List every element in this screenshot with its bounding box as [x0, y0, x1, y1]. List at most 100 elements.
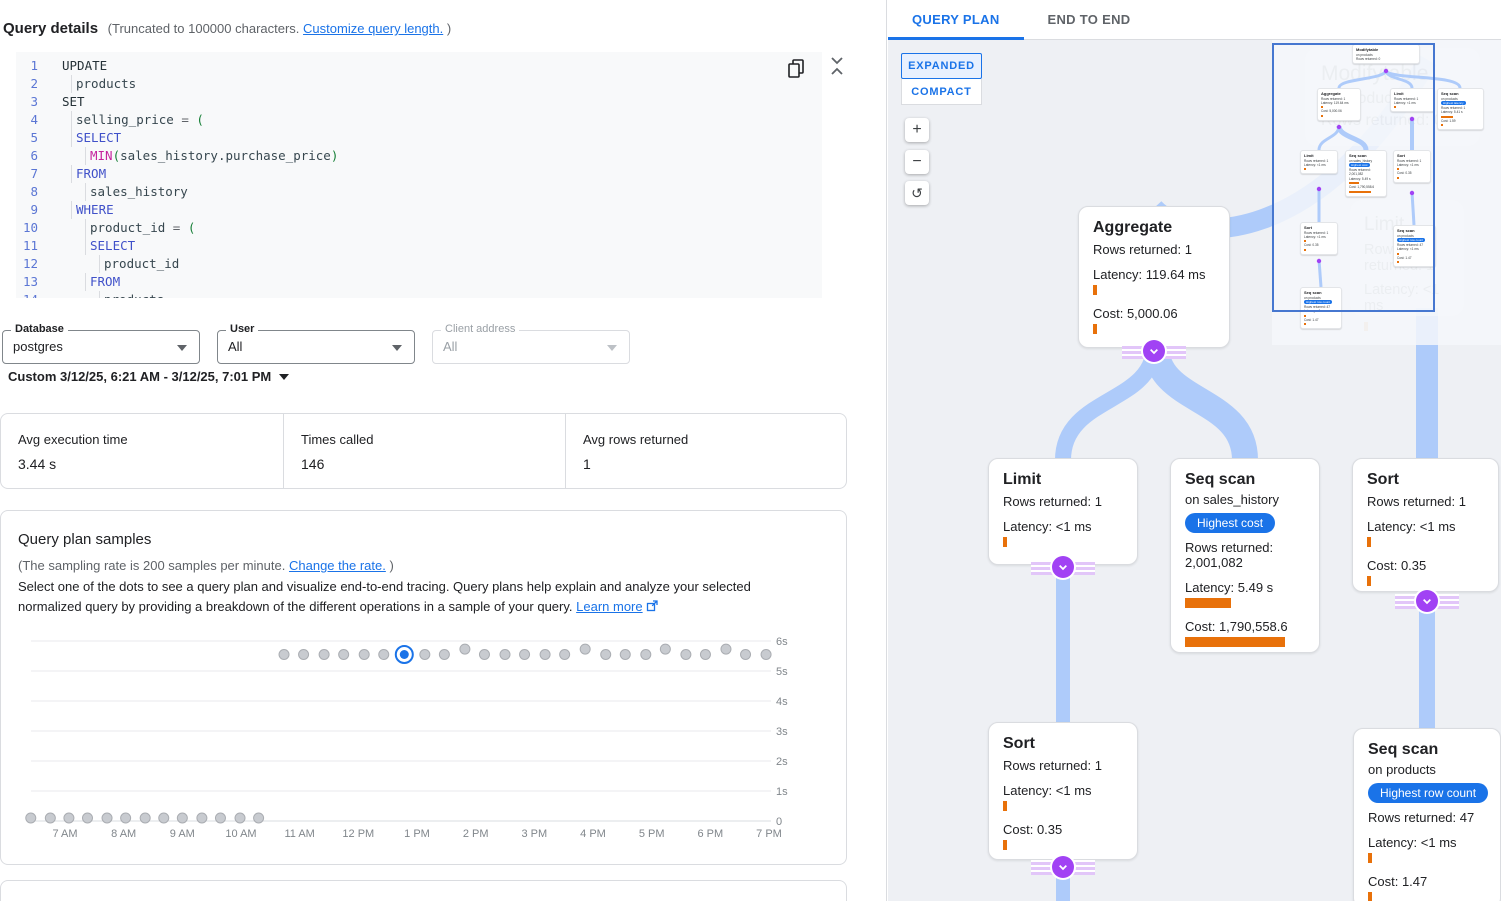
- query-sample-dot[interactable]: [279, 650, 289, 660]
- x-axis-label: 5 PM: [639, 828, 665, 840]
- chevron-down-icon: [177, 345, 187, 351]
- time-range-selector[interactable]: Custom 3/12/25, 6:21 AM - 3/12/25, 7:01 …: [8, 369, 289, 384]
- query-sample-dot[interactable]: [420, 650, 430, 660]
- database-filter-label: Database: [11, 323, 68, 335]
- code-line: 2products: [16, 75, 822, 93]
- query-sample-dot[interactable]: [159, 813, 169, 823]
- collapse-node-icon[interactable]: [1416, 590, 1438, 612]
- query-sample-dot[interactable]: [660, 644, 670, 654]
- expanded-button[interactable]: EXPANDED: [901, 53, 982, 79]
- query-sample-dot[interactable]: [601, 650, 611, 660]
- query-details-header: Query details (Truncated to 100000 chara…: [3, 20, 451, 37]
- query-sample-dot[interactable]: [379, 650, 389, 660]
- y-axis-label: 5s: [776, 666, 788, 678]
- query-sample-dot[interactable]: [681, 650, 691, 660]
- plan-tabbar: QUERY PLAN END TO END: [888, 0, 1501, 40]
- cost-bar: [1003, 840, 1007, 850]
- query-sample-dot[interactable]: [500, 650, 510, 660]
- plan-node-sort-bottom[interactable]: Sort Rows returned: 1 Latency: <1 ms Cos…: [988, 722, 1138, 860]
- query-sample-dot[interactable]: [439, 650, 449, 660]
- database-filter-value: postgres: [3, 331, 199, 363]
- node-subtitle: on products: [1368, 762, 1486, 777]
- chevron-down-icon: [279, 374, 289, 380]
- y-axis-label: 3s: [776, 726, 788, 738]
- collapse-node-icon[interactable]: [1052, 856, 1074, 878]
- query-sample-dot[interactable]: [215, 813, 225, 823]
- rate-note-text: (The sampling rate is 200 samples per mi…: [18, 558, 285, 573]
- next-section-card: [0, 880, 847, 901]
- plan-node-limit[interactable]: Limit Rows returned: 1 Latency: <1 ms: [988, 458, 1138, 565]
- copy-icon[interactable]: [783, 56, 809, 82]
- query-sample-dot[interactable]: [26, 813, 36, 823]
- sql-code-block[interactable]: 1UPDATE2products3SET4selling_price = (5S…: [16, 52, 822, 298]
- minimap-viewport[interactable]: [1272, 43, 1435, 312]
- query-sample-dot[interactable]: [64, 813, 74, 823]
- query-sample-dot[interactable]: [45, 813, 55, 823]
- learn-more-link[interactable]: Learn more: [576, 599, 642, 614]
- query-sample-dot[interactable]: [121, 813, 131, 823]
- plan-node-sort-right[interactable]: Sort Rows returned: 1 Latency: <1 ms Cos…: [1352, 458, 1499, 592]
- node-title: Seq scan: [1185, 471, 1305, 489]
- code-line: 1UPDATE: [16, 57, 822, 75]
- zoom-out-button[interactable]: −: [905, 150, 929, 174]
- y-axis-label: 4s: [776, 696, 788, 708]
- query-sample-dot[interactable]: [197, 813, 207, 823]
- samples-title: Query plan samples: [18, 531, 151, 548]
- query-sample-dot[interactable]: [560, 650, 570, 660]
- query-sample-dot[interactable]: [299, 650, 309, 660]
- query-sample-dot[interactable]: [540, 650, 550, 660]
- collapse-node-icon[interactable]: [1143, 340, 1165, 362]
- query-sample-dot[interactable]: [102, 813, 112, 823]
- query-sample-dot[interactable]: [319, 650, 329, 660]
- query-sample-dot[interactable]: [520, 650, 530, 660]
- edge-stripe-band: [1122, 344, 1186, 359]
- highest-row-count-badge: Highest row count: [1368, 783, 1488, 803]
- collapse-node-icon[interactable]: [1052, 556, 1074, 578]
- zoom-reset-button[interactable]: ↺: [905, 181, 929, 205]
- x-axis-label: 4 PM: [580, 828, 606, 840]
- x-axis-label: 8 AM: [111, 828, 136, 840]
- collapse-code-icon[interactable]: [826, 55, 848, 77]
- query-sample-dot[interactable]: [254, 813, 264, 823]
- database-filter[interactable]: Database postgres: [2, 330, 200, 364]
- edge-stripe-band: [1395, 594, 1459, 609]
- node-latency: Latency: <1 ms: [1368, 835, 1486, 850]
- query-sample-dot[interactable]: [140, 813, 150, 823]
- query-sample-dot[interactable]: [460, 644, 470, 654]
- query-sample-dot[interactable]: [177, 813, 187, 823]
- customize-query-length-link[interactable]: Customize query length.: [303, 21, 443, 36]
- code-line: 11SELECT: [16, 237, 822, 255]
- user-filter[interactable]: User All: [217, 330, 415, 364]
- plan-node-seq-scan-products[interactable]: Seq scan on products Highest row count R…: [1353, 728, 1501, 901]
- compact-button[interactable]: COMPACT: [901, 79, 982, 105]
- line-number: 14: [16, 291, 38, 298]
- query-sample-dot[interactable]: [479, 650, 489, 660]
- x-axis-label: 11 AM: [284, 828, 314, 840]
- line-number: 4: [16, 111, 38, 129]
- zoom-in-button[interactable]: +: [905, 118, 929, 142]
- query-sample-dot[interactable]: [620, 650, 630, 660]
- metrics-card: Avg execution time 3.44 s Times called 1…: [0, 413, 847, 489]
- query-sample-dot[interactable]: [235, 813, 245, 823]
- code-line: 14products: [16, 291, 822, 298]
- minimap[interactable]: Modifytableon productsRows returned: 0Ag…: [1272, 40, 1501, 345]
- plan-canvas[interactable]: Modifytable on products Rows returned: 0…: [888, 40, 1501, 901]
- query-sample-dot[interactable]: [82, 813, 92, 823]
- plan-node-seq-scan-sales-history[interactable]: Seq scan on sales_history Highest cost R…: [1170, 458, 1320, 653]
- node-latency: Latency: 119.64 ms: [1093, 267, 1215, 282]
- plan-node-aggregate[interactable]: Aggregate Rows returned: 1 Latency: 119.…: [1078, 206, 1230, 348]
- query-sample-dot[interactable]: [741, 650, 751, 660]
- tab-query-plan[interactable]: QUERY PLAN: [888, 0, 1024, 40]
- tab-end-to-end[interactable]: END TO END: [1024, 0, 1155, 40]
- change-rate-link[interactable]: Change the rate.: [289, 558, 386, 573]
- query-sample-dot[interactable]: [761, 650, 771, 660]
- panel-divider: [886, 0, 887, 901]
- query-sample-dot[interactable]: [700, 650, 710, 660]
- query-sample-dot[interactable]: [359, 650, 369, 660]
- query-sample-dot[interactable]: [580, 644, 590, 654]
- query-sample-dot[interactable]: [641, 650, 651, 660]
- query-sample-dot[interactable]: [721, 644, 731, 654]
- query-sample-dot[interactable]: [339, 650, 349, 660]
- x-axis-label: 7 AM: [52, 828, 77, 840]
- metric-label: Avg execution time: [18, 432, 283, 447]
